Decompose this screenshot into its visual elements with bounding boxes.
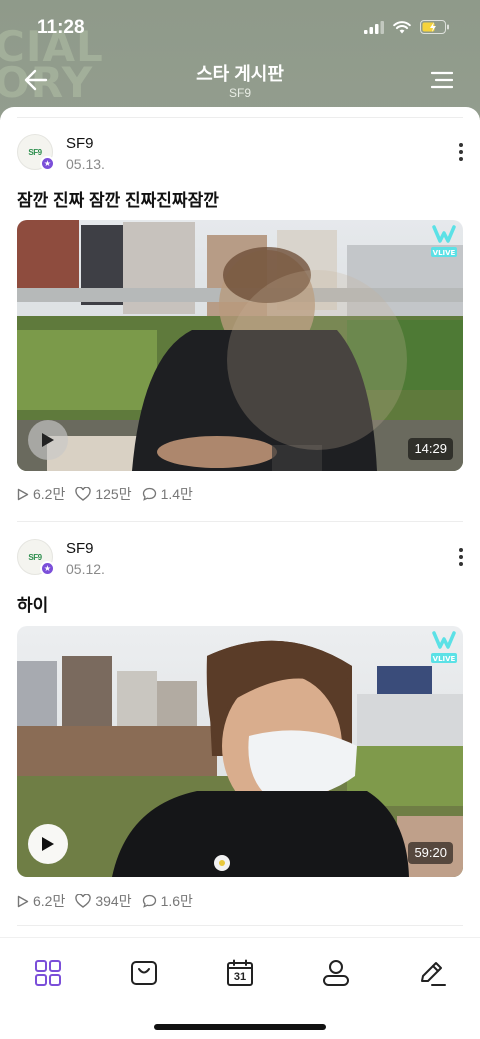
like-count[interactable]: 125만 [75,484,132,504]
comment-count[interactable]: 1.6만 [142,891,193,911]
play-button[interactable] [28,420,68,460]
video-duration: 14:29 [408,438,453,460]
heart-icon [75,487,92,501]
page-subtitle: SF9 [228,86,251,100]
bottom-tab-bar: 31 [0,937,480,1039]
more-options-button[interactable] [454,138,468,166]
play-icon [42,433,54,447]
comment-count-value: 1.6만 [160,893,193,909]
play-count-icon [17,895,29,907]
post-date: 05.12. [66,561,105,577]
tab-shop[interactable] [126,955,162,991]
svg-text:VLIVE: VLIVE [433,655,456,663]
more-options-button[interactable] [454,543,468,571]
calendar-day: 31 [233,971,247,983]
post-card[interactable]: SF9 ★ SF9 05.13. 잠깐 진짜 잠깐 진짜진짜잠깐 VLIVE 1… [0,134,480,504]
play-count: 6.2만 [17,891,65,911]
grid-icon [35,960,61,986]
tab-profile[interactable] [318,955,354,991]
comment-icon [142,487,156,501]
status-time: 11:28 [37,17,85,38]
divider [17,521,463,522]
menu-button[interactable] [424,62,460,98]
divider [17,117,463,118]
play-button[interactable] [28,824,68,864]
shopping-bag-icon [131,961,157,985]
post-stats: 6.2만 125만 1.4만 [17,484,193,504]
play-count-icon [17,488,29,500]
comment-icon [142,894,156,908]
pencil-icon [421,962,446,986]
status-icons [364,20,450,34]
header: CIAL ORY 11:28 스타 게시판 SF9 [0,0,480,120]
video-thumbnail[interactable]: VLIVE 59:20 [17,626,463,877]
like-count[interactable]: 394만 [75,891,132,911]
svg-text:VLIVE: VLIVE [433,249,456,257]
star-badge-icon: ★ [40,561,55,576]
video-frame-image [17,626,463,877]
post-card[interactable]: SF9 ★ SF9 05.12. 하이 VLIVE 59:20 6.2만 394… [0,539,480,909]
vlive-logo-icon: VLIVE [431,631,457,663]
video-duration: 59:20 [408,842,453,864]
avatar-logo: SF9 [28,147,42,157]
page-title: 스타 게시판 [196,64,284,84]
like-count-value: 394만 [95,893,132,909]
tab-calendar[interactable]: 31 [222,955,258,991]
navigation-bar: 스타 게시판 SF9 [0,56,480,106]
menu-icon [431,71,453,89]
play-count-value: 6.2만 [33,486,66,502]
status-bar: 11:28 [0,0,480,56]
comment-count[interactable]: 1.4만 [142,484,193,504]
comment-count-value: 1.4만 [160,486,193,502]
post-author[interactable]: SF9 [66,540,94,557]
like-count-value: 125만 [95,486,132,502]
post-title[interactable]: 잠깐 진짜 잠깐 진짜진짜잠깐 [17,186,219,211]
video-frame-image [17,220,463,471]
heart-icon [75,894,92,908]
tab-write[interactable] [414,955,450,991]
post-list[interactable]: SF9 ★ SF9 05.13. 잠깐 진짜 잠깐 진짜진짜잠깐 VLIVE 1… [0,107,480,937]
play-icon [42,837,54,851]
battery-icon [420,20,449,34]
star-badge-icon: ★ [40,156,55,171]
play-count: 6.2만 [17,484,65,504]
avatar-logo: SF9 [28,552,42,562]
signal-icon [364,20,384,34]
divider [17,925,463,926]
post-author[interactable]: SF9 [66,135,94,152]
tab-home[interactable] [30,955,66,991]
wifi-icon [393,20,411,33]
play-count-value: 6.2만 [33,893,66,909]
post-title[interactable]: 하이 [17,591,48,616]
home-indicator [154,1024,326,1030]
video-thumbnail[interactable]: VLIVE 14:29 [17,220,463,471]
post-date: 05.13. [66,156,105,172]
profile-icon [323,960,349,986]
post-stats: 6.2만 394만 1.6만 [17,891,193,911]
vlive-logo-icon: VLIVE [431,225,457,257]
